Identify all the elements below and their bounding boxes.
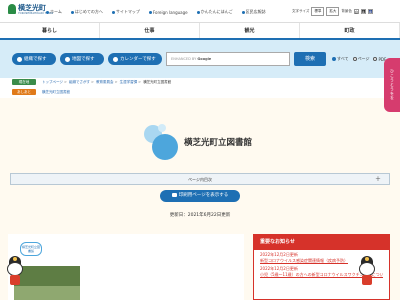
print-page-button[interactable]: 印刷用ページを表示する [160,190,240,202]
scope-all-radio[interactable]: すべて [332,56,349,62]
search-by-calendar-button[interactable]: カレンダーで探す [108,53,162,65]
bullet-icon [241,10,245,14]
page-contents-toggle[interactable]: ページ内目次 ＋ [10,173,390,185]
crumb-current: 横芝光町立図書館 [143,80,172,84]
footprint-link[interactable]: 横芝光町立図書館 [42,90,70,95]
search-by-org-button[interactable]: 組織で探す [12,53,56,65]
title-decoration-circle [158,124,166,132]
font-standard-button[interactable]: 標準 [311,7,325,16]
notices-heading: 重要なお知らせ [254,235,389,250]
site-search-input[interactable]: ENHANCED BY Google [166,52,290,66]
accessibility-tools: 文字サイズ 標準 拡大 背景色 白 黒 青 [292,7,373,16]
side-floating-tab[interactable]: ひこうとうをを [384,58,400,112]
nav-living[interactable]: 暮らし [0,23,100,38]
mascot-right [356,256,378,286]
calendar-icon [113,56,118,62]
search-by-map-button[interactable]: 地図で探す [60,53,104,65]
search-button[interactable]: 検索 [294,52,326,66]
org-icon [17,56,22,62]
breadcrumb-trail: トップページ> 組織でさがす> 教育委員会> 生涯学習課> 横芝光町立図書館 [42,80,172,84]
bg-color-label: 背景色 [341,9,352,13]
speech-bubble: 横芝光町立図書館 [20,242,42,256]
updated-date: 更新日：2021年6月22日更新 [169,213,231,218]
title-decoration-circle [152,134,178,160]
nav-tourism[interactable]: 観光 [200,23,300,38]
top-link-easy-japanese[interactable]: かんたんにほんご [196,9,233,15]
mascot-left [4,256,26,286]
nav-work[interactable]: 仕事 [100,23,200,38]
bg-white-button[interactable]: 白 [353,9,359,14]
town-logo[interactable]: 横芝光町 YOKOSHIBAHIKARI TOWN [8,3,53,18]
bullet-icon [70,10,74,14]
scope-page-radio[interactable]: ページ [352,56,369,62]
breadcrumb: 現在地 トップページ> 組織でさがす> 教育委員会> 生涯学習課> 横芝光町立図… [0,78,400,98]
footprints-badge: あしあと [12,89,36,95]
top-link-first-time[interactable]: はじめての方へ [70,9,103,15]
star-icon [365,257,369,261]
map-icon [65,56,70,62]
crumb-education[interactable]: 教育委員会 [96,80,114,84]
crumb-top[interactable]: トップページ [42,80,63,84]
top-link-foreign[interactable]: Foreign language [148,9,188,15]
main-nav: 暮らし 仕事 観光 町政 [0,22,400,40]
current-location-badge: 現在地 [12,79,36,85]
bullet-icon [111,10,115,14]
font-large-button[interactable]: 拡大 [326,7,340,16]
top-links: ホーム はじめての方へ サイトマップ Foreign language かんたん… [46,9,266,15]
plus-icon: ＋ [374,176,381,183]
printer-icon [171,192,177,197]
page-title: 横芝光町立図書館 [184,138,253,148]
top-bar: 横芝光町 YOKOSHIBAHIKARI TOWN ホーム はじめての方へ サイ… [0,0,400,22]
bullet-icon [196,10,200,14]
crumb-org[interactable]: 組織でさがす [69,80,90,84]
bg-black-button[interactable]: 黒 [360,9,366,14]
font-size-label: 文字サイズ [292,9,310,13]
top-link-sitemap[interactable]: サイトマップ [111,9,140,15]
nav-government[interactable]: 町政 [300,23,400,38]
top-link-home[interactable]: ホーム [46,9,62,15]
search-band: 組織で探す 地図で探す カレンダーで探す ENHANCED BY Google … [0,40,400,78]
star-icon [13,257,17,261]
bullet-icon [148,10,152,14]
crumb-lifelong[interactable]: 生涯学習課 [120,80,138,84]
logo-icon [8,4,16,14]
top-link-newsletter[interactable]: 区民広報誌 [241,9,266,15]
bullet-icon [46,10,49,14]
bg-blue-button[interactable]: 青 [367,9,373,14]
search-scope: すべて ページ PDF [332,56,386,62]
